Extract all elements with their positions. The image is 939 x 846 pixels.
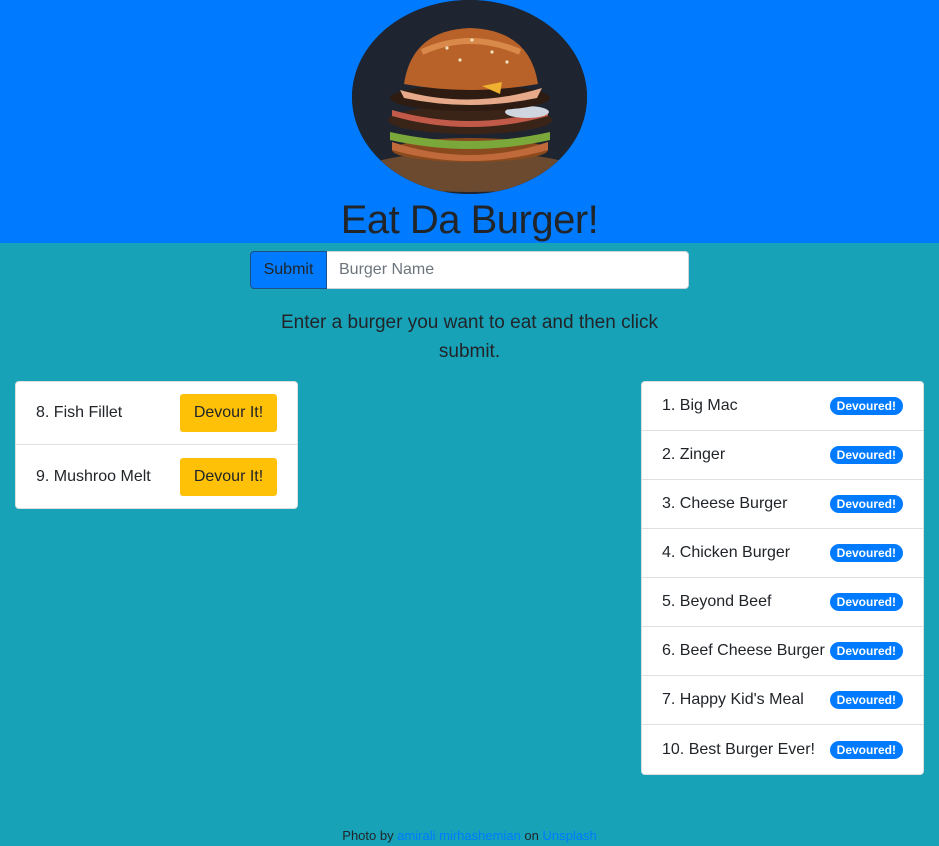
list-item: 5. Beyond Beef Devoured!	[642, 578, 923, 627]
burger-name: 9. Mushroo Melt	[36, 467, 151, 485]
list-item: 6. Beef Cheese Burger Devoured!	[642, 627, 923, 676]
devoured-badge: Devoured!	[829, 397, 903, 415]
list-item: 10. Best Burger Ever! Devoured!	[642, 725, 923, 774]
devoured-badge: Devoured!	[829, 544, 903, 562]
unsplash-link[interactable]: Unsplash	[543, 828, 597, 843]
devoured-badge: Devoured!	[829, 740, 903, 759]
list-item: 3. Cheese Burger Devoured!	[642, 480, 923, 529]
author-link[interactable]: amirali mirhashemian	[397, 828, 521, 843]
devoured-burgers-list: 1. Big Mac Devoured! 2. Zinger Devoured!…	[641, 381, 924, 775]
burger-name: 6. Beef Cheese Burger	[662, 642, 825, 659]
header-banner: Eat Da Burger!	[0, 0, 939, 243]
submit-button[interactable]: Submit	[250, 251, 327, 289]
burger-name: 4. Chicken Burger	[662, 544, 791, 561]
burger-image	[352, 0, 587, 194]
list-item: 8. Fish Fillet Devour It!	[16, 382, 297, 445]
devoured-badge: Devoured!	[829, 495, 903, 513]
devour-button[interactable]: Devour It!	[180, 457, 277, 496]
burger-name: 5. Beyond Beef	[662, 593, 772, 610]
list-item: 7. Happy Kid's Meal Devoured!	[642, 676, 923, 725]
photo-credit: Photo by amirali mirhashemian on Unsplas…	[0, 828, 939, 843]
burger-name-input[interactable]	[327, 251, 689, 289]
list-item: 2. Zinger Devoured!	[642, 431, 923, 480]
devoured-badge: Devoured!	[829, 642, 903, 660]
burger-photo	[352, 0, 587, 194]
burger-form: Submit	[250, 251, 689, 289]
uneaten-burgers-list: 8. Fish Fillet Devour It! 9. Mushroo Mel…	[15, 381, 298, 509]
list-item: 1. Big Mac Devoured!	[642, 382, 923, 431]
list-item: 4. Chicken Burger Devoured!	[642, 529, 923, 578]
devoured-badge: Devoured!	[829, 691, 903, 709]
credit-middle: on	[524, 828, 539, 843]
instructions-text: Enter a burger you want to eat and then …	[280, 312, 659, 362]
burger-name: 10. Best Burger Ever!	[662, 740, 815, 758]
devoured-badge: Devoured!	[829, 446, 903, 464]
burger-name: 1. Big Mac	[662, 397, 738, 414]
devoured-badge: Devoured!	[829, 593, 903, 611]
burger-name: 3. Cheese Burger	[662, 495, 788, 512]
page-title: Eat Da Burger!	[340, 198, 599, 242]
devour-button[interactable]: Devour It!	[180, 394, 277, 432]
burger-name: 7. Happy Kid's Meal	[662, 691, 804, 708]
burger-name: 2. Zinger	[662, 446, 726, 463]
list-item: 9. Mushroo Melt Devour It!	[16, 445, 297, 508]
burger-name: 8. Fish Fillet	[36, 404, 123, 421]
credit-prefix: Photo by	[342, 828, 394, 843]
